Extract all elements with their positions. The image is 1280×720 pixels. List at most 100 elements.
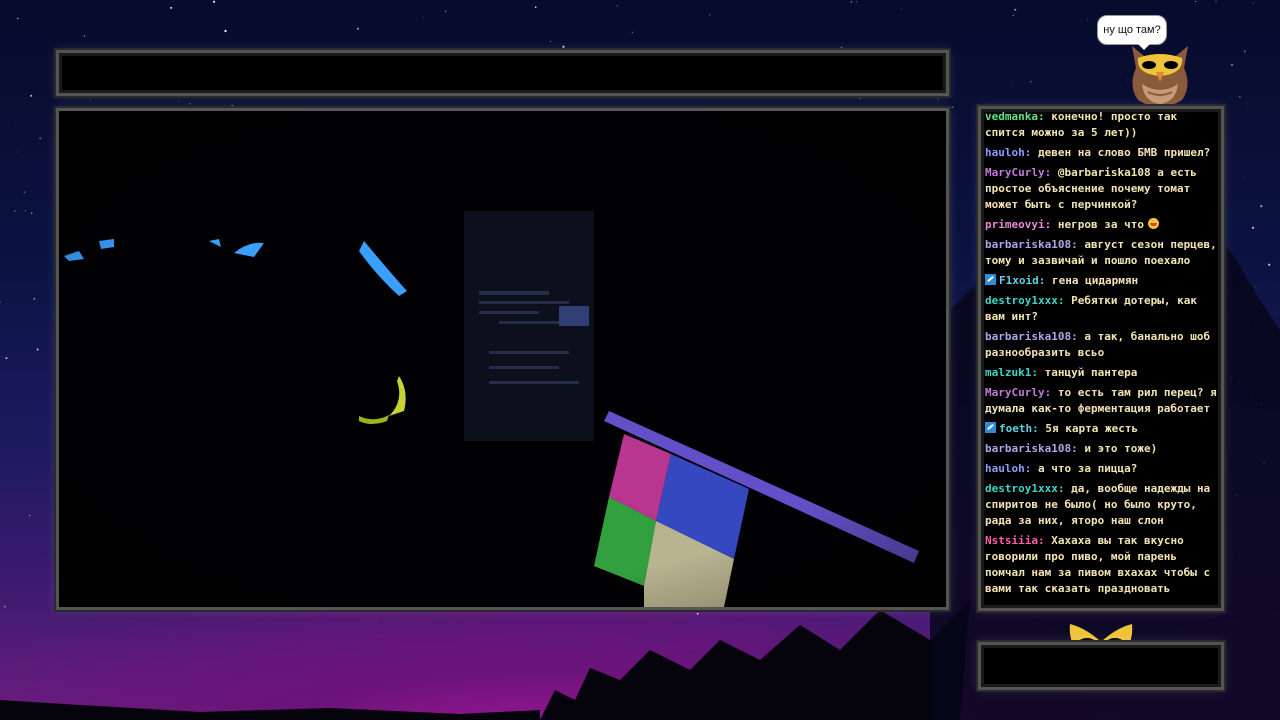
chat-username[interactable]: hauloh — [985, 146, 1025, 159]
webcam-scene — [59, 111, 946, 607]
chat-message-text: негров за что — [1057, 218, 1144, 231]
star — [30, 94, 33, 97]
chat-username[interactable]: primeovyi — [985, 218, 1045, 231]
star — [1260, 205, 1263, 208]
star — [901, 8, 903, 10]
prime-badge-icon — [985, 422, 996, 433]
star — [212, 0, 216, 3]
star — [13, 209, 16, 212]
star — [1194, 0, 1197, 3]
chat-message: barbariska108: а так, банально шоб разно… — [985, 329, 1217, 361]
chat-username[interactable]: Nstsiiia — [985, 534, 1038, 547]
bottom-info-box — [978, 642, 1224, 690]
star — [3, 605, 6, 608]
star — [231, 104, 234, 107]
star — [17, 17, 19, 20]
chat-username[interactable]: hauloh — [985, 462, 1025, 475]
chat-colon: : — [1044, 218, 1058, 231]
star — [16, 151, 18, 153]
chat-message-text: и это тоже) — [1084, 442, 1158, 455]
chat-message: primeovyi: негров за что — [985, 217, 1217, 233]
star — [850, 1, 853, 3]
star — [1255, 286, 1257, 287]
chat-message: foeth: 5я карта жесть — [985, 421, 1217, 437]
chat-message: barbariska108: и это тоже) — [985, 441, 1217, 457]
star — [1030, 81, 1032, 83]
webcam-video-frame — [56, 108, 949, 610]
star — [23, 191, 26, 193]
chat-username[interactable]: barbariska108 — [985, 238, 1071, 251]
star — [856, 1, 857, 3]
chat-colon: : — [1044, 166, 1058, 179]
star — [1247, 109, 1248, 111]
star — [170, 6, 173, 9]
star — [1239, 96, 1241, 98]
star — [1011, 84, 1013, 86]
star — [1262, 461, 1266, 464]
star — [1252, 2, 1254, 4]
star — [1014, 8, 1017, 11]
star — [840, 46, 843, 49]
star — [89, 99, 91, 101]
star — [422, 16, 424, 18]
star — [1240, 529, 1242, 531]
star — [951, 106, 954, 109]
chat-message: hauloh: девен на слово БМВ пришел? — [985, 145, 1217, 161]
star — [83, 35, 86, 37]
star — [445, 10, 447, 12]
chat-username[interactable]: barbariska108 — [985, 330, 1071, 343]
chat-colon: : — [1032, 422, 1046, 435]
chat-message-text: 5я карта жесть — [1045, 422, 1139, 435]
star — [534, 6, 537, 9]
star — [591, 96, 594, 98]
star — [1238, 382, 1240, 384]
chat-colon: : — [1024, 146, 1038, 159]
owl-mascot-icon — [1132, 46, 1188, 107]
star — [177, 100, 179, 102]
star — [562, 45, 565, 48]
star — [189, 103, 191, 105]
star — [696, 612, 699, 615]
chat-username[interactable]: F1xoid — [999, 274, 1039, 287]
star — [24, 210, 26, 212]
star — [33, 297, 36, 300]
chat-username[interactable]: destroy1xxx — [985, 294, 1058, 307]
star — [30, 212, 33, 215]
chat-username[interactable]: foeth — [999, 422, 1032, 435]
chat-username[interactable]: barbariska108 — [985, 442, 1071, 455]
chat-colon: : — [1024, 462, 1038, 475]
prime-badge-icon — [985, 274, 996, 285]
star — [616, 5, 618, 7]
chat-username[interactable]: malzuk1 — [985, 366, 1031, 379]
chat-colon: : — [1031, 366, 1045, 379]
star — [1238, 553, 1240, 555]
chat-message: F1xoid: гена цидармян — [985, 273, 1217, 289]
chat-message: barbariska108: август сезон перцев, тому… — [985, 237, 1217, 269]
star — [224, 29, 227, 33]
chat-message-list: vedmanka: конечно! просто так спится мож… — [985, 109, 1217, 601]
star — [1268, 263, 1271, 266]
star — [8, 119, 10, 121]
chat-username[interactable]: MaryCurly — [985, 386, 1045, 399]
chat-colon: : — [1071, 330, 1085, 343]
chat-colon: : — [1037, 110, 1052, 123]
chat-panel: vedmanka: конечно! просто так спится мож… — [978, 106, 1224, 611]
chat-username[interactable]: MaryCurly — [985, 166, 1045, 179]
chat-message: MaryCurly: @barbariska108 а есть простое… — [985, 165, 1217, 213]
chat-message-text: а что за пицца? — [1038, 462, 1138, 475]
chat-username[interactable]: destroy1xxx — [985, 482, 1058, 495]
chat-message: destroy1xxx: да, вообще надежды на спири… — [985, 481, 1217, 529]
star — [1215, 0, 1217, 2]
chat-colon: : — [1044, 386, 1058, 399]
star — [376, 618, 378, 620]
star — [1230, 377, 1232, 379]
star — [217, 610, 219, 612]
star — [1227, 318, 1229, 320]
chat-colon: : — [1057, 294, 1072, 307]
star — [0, 301, 1, 303]
star — [1087, 18, 1088, 20]
chat-colon: : — [1071, 442, 1085, 455]
star — [1235, 494, 1238, 497]
chat-message: Nstsiiia: Хахаха вы так вкусно говорили … — [985, 533, 1217, 597]
chat-username[interactable]: vedmanka — [985, 110, 1038, 123]
